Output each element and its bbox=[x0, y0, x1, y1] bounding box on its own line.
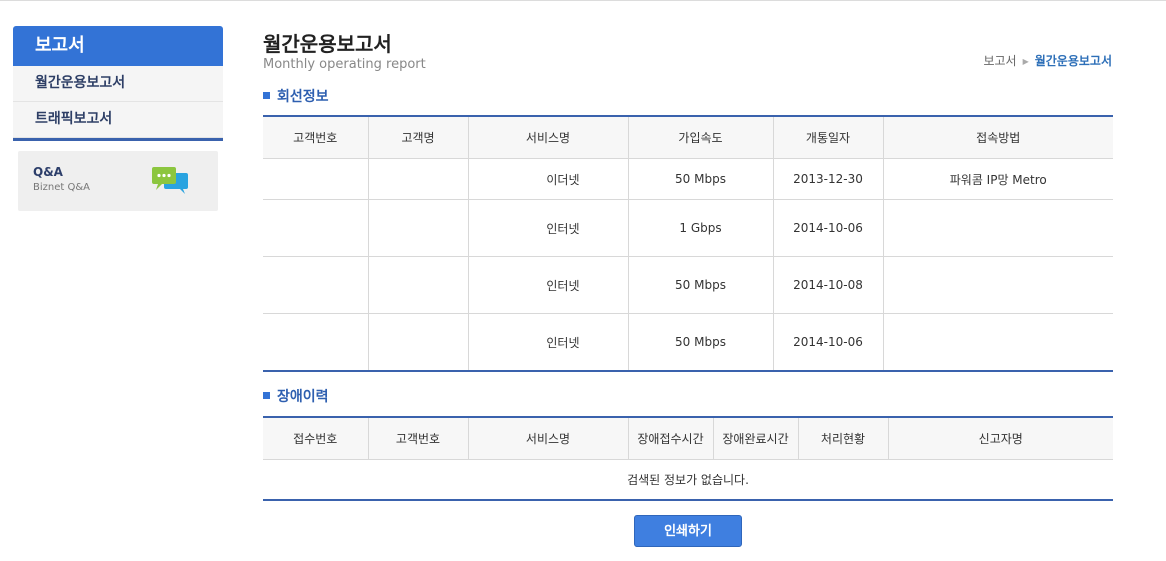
column-header: 접속방법 bbox=[883, 116, 1113, 159]
breadcrumb-current: 월간운용보고서 bbox=[1034, 54, 1112, 68]
table-header-row: 접수번호 고객번호 서비스명 장애접수시간 장애완료시간 처리현황 신고자명 bbox=[263, 417, 1113, 460]
service-name-cell: 인터넷 bbox=[468, 256, 629, 314]
customer-name-cell bbox=[368, 256, 469, 314]
customer-name-cell bbox=[368, 199, 469, 257]
access-method-cell bbox=[883, 256, 1113, 314]
breadcrumb-parent[interactable]: 보고서 bbox=[983, 54, 1016, 68]
sidebar-divider bbox=[13, 138, 223, 141]
customer-number-cell bbox=[263, 199, 369, 257]
section-bullet-icon bbox=[263, 92, 270, 99]
access-method-cell bbox=[883, 314, 1113, 372]
sidebar-item-monthly-report[interactable]: 월간운용보고서 bbox=[13, 66, 223, 102]
sidebar: 보고서 월간운용보고서 트래픽보고서 bbox=[13, 26, 223, 141]
table-row: 인터넷 1 Gbps 2014-10-06 bbox=[263, 199, 1113, 257]
qa-banner[interactable]: Q&A Biznet Q&A bbox=[18, 151, 218, 211]
qa-title: Q&A bbox=[33, 165, 63, 179]
section-title-failure-history: 장애이력 bbox=[263, 386, 329, 406]
speed-cell: 1 Gbps bbox=[628, 199, 774, 257]
section-label: 장애이력 bbox=[277, 389, 329, 405]
sidebar-item-traffic-report[interactable]: 트래픽보고서 bbox=[13, 102, 223, 138]
service-name-cell: 인터넷 bbox=[468, 313, 629, 371]
print-button[interactable]: 인쇄하기 bbox=[634, 515, 742, 547]
section-label: 회선정보 bbox=[277, 89, 329, 105]
table-header-row: 고객번호 고객명 서비스명 가입속도 개통일자 접속방법 bbox=[263, 116, 1113, 159]
breadcrumb-separator-icon: ▶ bbox=[1022, 57, 1029, 66]
section-bullet-icon bbox=[263, 392, 270, 399]
page-subtitle: Monthly operating report bbox=[263, 57, 426, 72]
column-header: 가입속도 bbox=[628, 116, 774, 159]
speed-cell: 50 Mbps bbox=[628, 256, 774, 314]
column-header: 고객번호 bbox=[263, 116, 369, 159]
column-header: 서비스명 bbox=[468, 417, 629, 460]
qa-subtitle: Biznet Q&A bbox=[33, 182, 90, 193]
customer-number-cell bbox=[263, 256, 369, 314]
sidebar-title: 보고서 bbox=[13, 26, 223, 66]
chat-bubbles-icon bbox=[152, 167, 188, 194]
column-header: 신고자명 bbox=[888, 417, 1113, 460]
service-name-cell: 인터넷 bbox=[468, 199, 629, 257]
open-date-cell: 2014-10-06 bbox=[773, 199, 884, 257]
column-header: 서비스명 bbox=[468, 116, 629, 159]
open-date-cell: 2013-12-30 bbox=[773, 158, 884, 200]
section-title-line-info: 회선정보 bbox=[263, 86, 329, 106]
open-date-cell: 2014-10-08 bbox=[773, 256, 884, 314]
access-method-cell: 파워콤 IP망 Metro bbox=[883, 158, 1113, 200]
service-name-cell: 이더넷 bbox=[468, 158, 629, 200]
column-header: 장애접수시간 bbox=[628, 417, 714, 460]
speed-cell: 50 Mbps bbox=[628, 313, 774, 371]
access-method-cell bbox=[883, 199, 1113, 257]
failure-history-table: 접수번호 고객번호 서비스명 장애접수시간 장애완료시간 처리현황 신고자명 검… bbox=[263, 416, 1113, 501]
column-header: 접수번호 bbox=[263, 417, 369, 460]
breadcrumb: 보고서 ▶ 월간운용보고서 bbox=[983, 52, 1112, 69]
customer-name-cell bbox=[368, 158, 469, 200]
empty-message: 검색된 정보가 없습니다. bbox=[627, 473, 749, 487]
column-header: 처리현황 bbox=[798, 417, 889, 460]
table-row: 인터넷 50 Mbps 2014-10-08 bbox=[263, 256, 1113, 314]
table-row: 이더넷 50 Mbps 2013-12-30 파워콤 IP망 Metro bbox=[263, 158, 1113, 200]
table-row: 인터넷 50 Mbps 2014-10-06 bbox=[263, 313, 1113, 372]
column-header: 고객명 bbox=[368, 116, 469, 159]
speed-cell: 50 Mbps bbox=[628, 158, 774, 200]
line-info-table: 고객번호 고객명 서비스명 가입속도 개통일자 접속방법 이더넷 50 Mbps… bbox=[263, 115, 1113, 372]
column-header: 고객번호 bbox=[368, 417, 469, 460]
customer-number-cell bbox=[263, 158, 369, 200]
top-divider bbox=[0, 0, 1166, 1]
customer-number-cell bbox=[263, 313, 369, 371]
column-header: 개통일자 bbox=[773, 116, 884, 159]
page-title: 월간운용보고서 bbox=[263, 32, 392, 56]
table-row: 검색된 정보가 없습니다. bbox=[263, 460, 1113, 501]
column-header: 장애완료시간 bbox=[713, 417, 799, 460]
customer-name-cell bbox=[368, 313, 469, 371]
open-date-cell: 2014-10-06 bbox=[773, 313, 884, 371]
